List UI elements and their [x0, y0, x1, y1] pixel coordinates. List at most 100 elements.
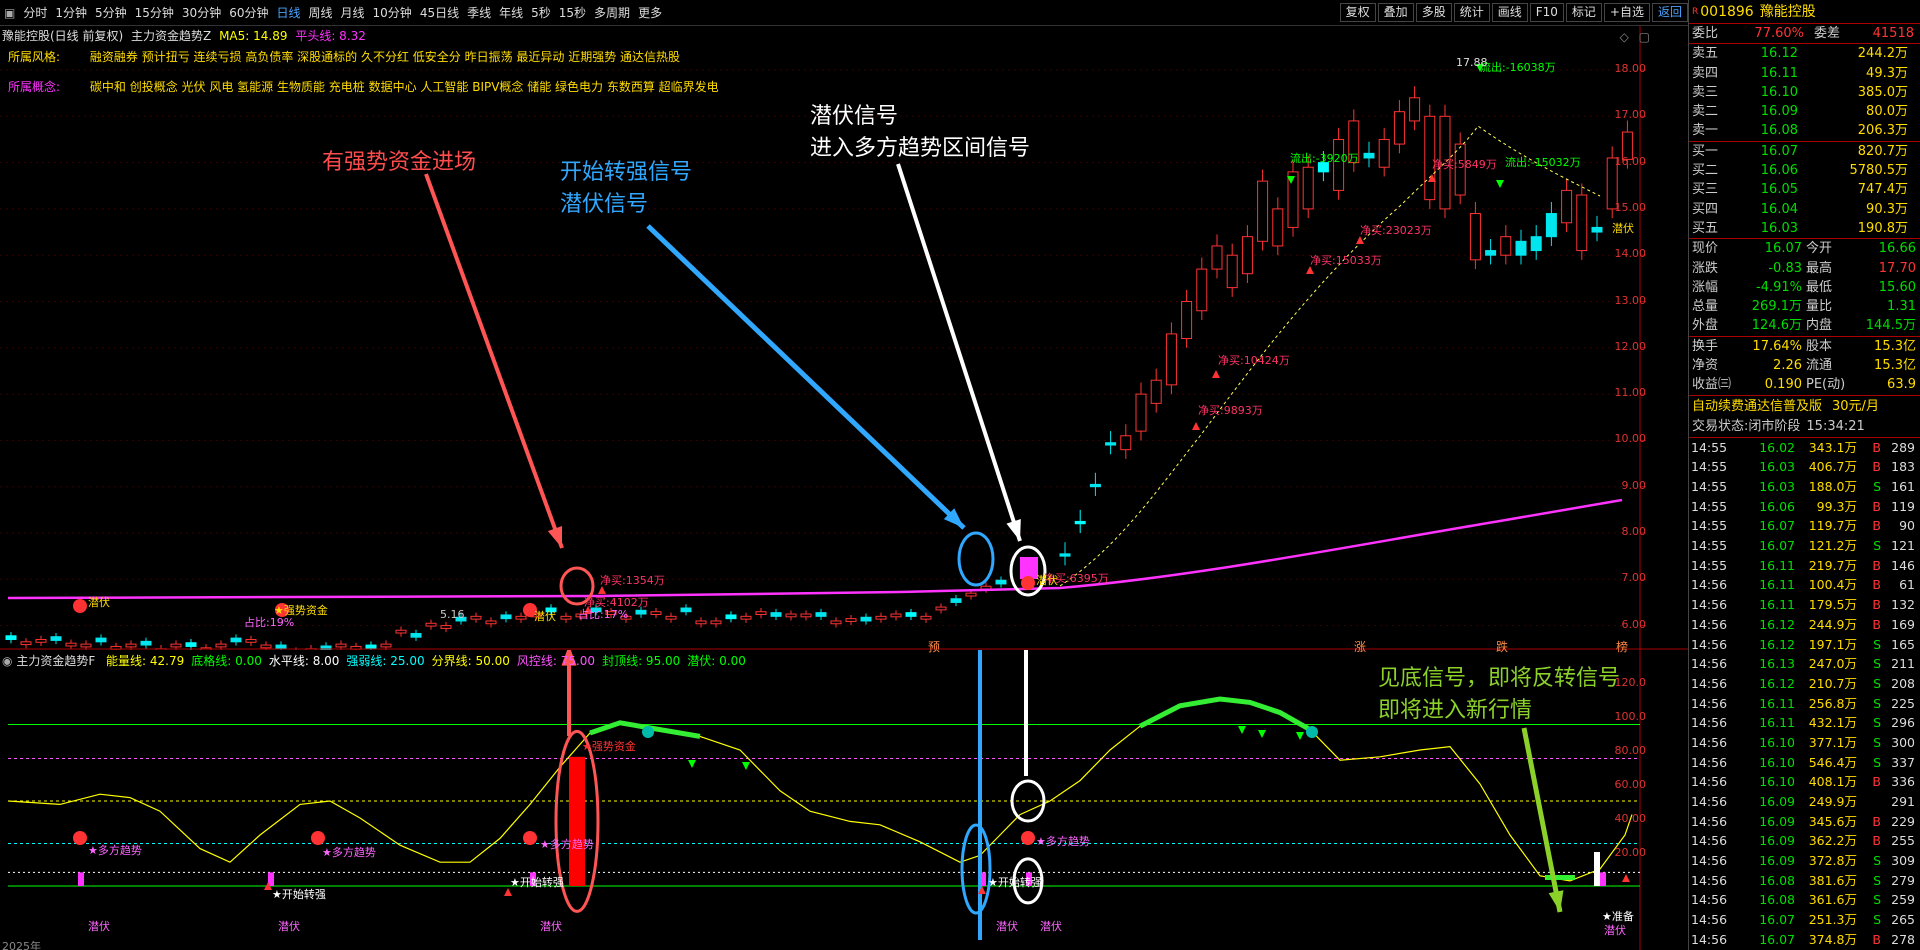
- tool-button[interactable]: 标记: [1565, 3, 1602, 22]
- tool-button[interactable]: 画线: [1491, 3, 1528, 22]
- candle-body: [410, 632, 422, 638]
- tick-time: 14:56: [1691, 597, 1728, 613]
- settings-icon[interactable]: ◇: [1620, 30, 1629, 44]
- candle-body: [365, 644, 377, 650]
- outflow-label: 流出:-16038万: [1480, 61, 1556, 74]
- ad-text[interactable]: 自动续费通达信普及版: [1692, 396, 1822, 417]
- chart-title: 豫能控股(日线 前复权): [2, 29, 124, 43]
- asks-label: 卖四: [1692, 65, 1719, 81]
- indicator-toggle-icon[interactable]: ◉: [2, 654, 12, 668]
- tick-time: 14:56: [1691, 853, 1728, 869]
- period-tab[interactable]: 45日线: [416, 3, 463, 23]
- candle-body: [770, 612, 782, 617]
- tick-time: 14:56: [1691, 754, 1728, 770]
- date-label: 2025年: [2, 940, 41, 950]
- tick-row: 14:56 16.09 249.9万 291: [1689, 792, 1920, 812]
- indicator-value: 分界线: 50.00: [431, 654, 510, 668]
- price-axis-label: 15.00: [1614, 200, 1647, 214]
- style-value: 融资融券 预计扭亏 连续亏损 高负债率 深股通标的 久不分红 低安全分 昨日振荡…: [89, 50, 681, 64]
- indicator-axis-label: 100.0: [1614, 710, 1647, 723]
- period-tab[interactable]: 5分钟: [91, 3, 131, 23]
- candle-body: [1576, 194, 1588, 252]
- price-chart[interactable]: 豫能控股(日线 前复权) 主力资金趋势Z MA5: 14.89 平头线: 8.3…: [0, 26, 1688, 654]
- annotation-new-trend: 即将进入新行情: [1378, 698, 1533, 723]
- low-price-label: 5.16: [440, 608, 465, 621]
- period-tab[interactable]: 日线: [272, 3, 304, 23]
- tool-button[interactable]: F10: [1529, 3, 1564, 22]
- candle-body: [35, 638, 47, 643]
- period-tab[interactable]: 15秒: [555, 3, 590, 23]
- tool-button[interactable]: 多股: [1415, 3, 1452, 22]
- stats-label: 量比: [1806, 299, 1833, 315]
- tick-side: S: [1873, 656, 1881, 672]
- close-icon[interactable]: ▢: [1639, 30, 1650, 44]
- tick-volume: 362.2万: [1808, 833, 1857, 849]
- stats-block-2: 换手 17.64% 股本 15.3亿 净资 2.26 流通 15.3亿 收益㈢ 0.190 PE(动…: [1689, 335, 1920, 395]
- candle-body: [1135, 393, 1147, 432]
- tool-button[interactable]: 返回: [1651, 3, 1688, 22]
- strong-segment: [1138, 696, 1312, 732]
- candle-body: [950, 598, 962, 603]
- tick-volume: 377.1万: [1808, 734, 1857, 750]
- tool-button[interactable]: 叠加: [1377, 3, 1414, 22]
- quote-panel: R 001896 豫能控股 委比 77.60% 委差 41518 卖五 16.12…: [1688, 0, 1920, 950]
- tick-row: 14:56 16.07 374.8万 B 278: [1689, 930, 1920, 950]
- candle-body: [230, 637, 242, 643]
- down-arrow-icon: [1258, 730, 1266, 738]
- candle-body: [935, 606, 947, 611]
- stats-label: 最高: [1806, 260, 1833, 276]
- indicator-value: 能量线: 42.79: [106, 654, 185, 668]
- period-tab[interactable]: 1分钟: [51, 3, 91, 23]
- tick-count: 183: [1891, 459, 1915, 475]
- annotation-bull-zone: 进入多方趋势区间信号: [810, 136, 1031, 161]
- tick-price: 16.09: [1759, 813, 1795, 829]
- period-tab[interactable]: 季线: [463, 3, 495, 23]
- period-tab[interactable]: 多周期: [590, 3, 634, 23]
- period-tab[interactable]: 周线: [305, 3, 337, 23]
- tick-side: S: [1873, 538, 1881, 554]
- period-tab[interactable]: 更多: [634, 3, 666, 23]
- annotation-lurk-blue: 潜伏信号: [560, 192, 649, 217]
- stats-value: -4.91%: [1756, 279, 1802, 295]
- tick-list[interactable]: 14:55 16.02 343.1万 B 289 14:55 16.03 406.7万 B 183…: [1689, 436, 1920, 950]
- tool-button[interactable]: +自选: [1603, 3, 1650, 22]
- tick-count: 336: [1891, 774, 1915, 790]
- tool-button[interactable]: 复权: [1339, 3, 1376, 22]
- period-tab[interactable]: 5秒: [527, 3, 555, 23]
- toolbar-menu-icon[interactable]: ▣: [0, 3, 19, 23]
- trade-status-row: 交易状态: 闭市阶段 15:34:21: [1689, 417, 1920, 437]
- period-tab[interactable]: 60分钟: [225, 3, 272, 23]
- period-tab[interactable]: 年线: [495, 3, 527, 23]
- tool-button[interactable]: 统计: [1453, 3, 1490, 22]
- bull-trend-signal: ★多方趋势: [322, 846, 376, 859]
- candle-body: [440, 625, 452, 629]
- period-tab[interactable]: 15分钟: [131, 3, 178, 23]
- period-tab[interactable]: 10分钟: [369, 3, 416, 23]
- tick-row: 14:56 16.10 377.1万 S 300: [1689, 733, 1920, 753]
- indicator-chart[interactable]: ◉ 主力资金趋势F 能量线: 42.79 底格线: 0.00 水平线: 8.00 强弱…: [0, 650, 1688, 950]
- up-arrow-icon: [1192, 422, 1200, 430]
- period-tab[interactable]: 月线: [337, 3, 369, 23]
- tick-time: 14:56: [1691, 912, 1728, 928]
- candle-body: [1196, 268, 1208, 312]
- webi-label: 委比: [1692, 26, 1719, 41]
- period-tab[interactable]: 分时: [19, 3, 51, 23]
- tick-row: 14:55 16.06 99.3万 B 119: [1689, 497, 1920, 517]
- candle-body: [1181, 301, 1193, 340]
- period-tab[interactable]: 30分钟: [178, 3, 225, 23]
- candle-body: [245, 638, 257, 643]
- ad-row[interactable]: 自动续费通达信普及版 30元/月: [1689, 394, 1920, 417]
- annotation-lurk-white: 潜伏信号: [810, 104, 899, 129]
- candle-body: [335, 643, 347, 648]
- stats2-label: 收益㈢: [1692, 377, 1732, 393]
- tick-time: 14:55: [1691, 459, 1728, 475]
- asks-volume: 49.3万: [1866, 65, 1908, 81]
- candle-body: [1272, 208, 1284, 247]
- asks-volume: 206.3万: [1857, 123, 1908, 139]
- period-toolbar: ▣ 分时 1分钟 5分钟 15分钟 30分钟 60分钟 日线 周线 月线 10分钟 45日线 季线 年线…: [0, 0, 1688, 26]
- candle-body: [1059, 553, 1071, 557]
- bids-row: 买三 16.05 747.4万: [1689, 180, 1920, 199]
- price-axis-label: 18.00: [1614, 62, 1647, 75]
- stats-label: 涨跌: [1692, 260, 1719, 276]
- stock-name: 豫能控股: [1759, 4, 1816, 20]
